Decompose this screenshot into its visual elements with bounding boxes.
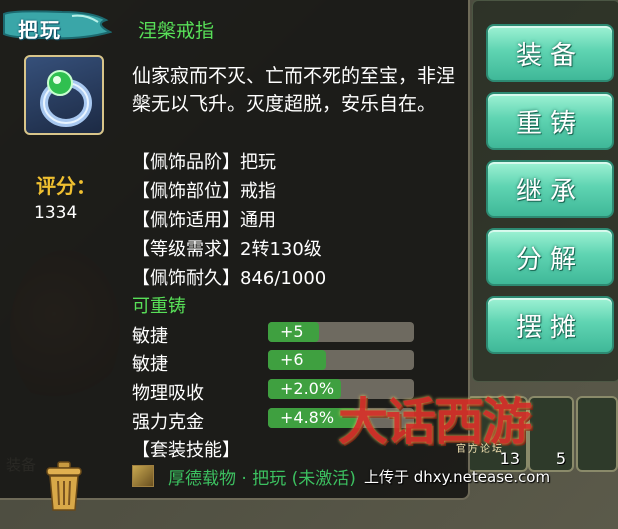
stall-button[interactable]: 摆摊 — [486, 296, 614, 354]
inventory-slot[interactable]: 5 — [528, 396, 574, 472]
stat-name: 敏捷 — [132, 326, 168, 347]
attribute-label: 【佩饰部位】 — [132, 181, 240, 202]
stat-name: 敏捷 — [132, 354, 168, 375]
stat-value: +6 — [280, 350, 304, 369]
attribute-row: 【佩饰适用】通用 — [132, 206, 276, 232]
stat-name: 强力克金 — [132, 412, 204, 433]
item-icon-frame — [24, 55, 104, 135]
rank-tag: 把玩 — [2, 8, 112, 44]
attribute-value: 戒指 — [240, 181, 276, 202]
decompose-button-label: 分解 — [515, 244, 584, 275]
rank-tag-label: 把玩 — [18, 18, 62, 42]
equip-button[interactable]: 装备 — [486, 24, 614, 82]
trash-icon — [46, 461, 82, 511]
attribute-label: 【佩饰耐久】 — [132, 268, 240, 289]
decompose-button[interactable]: 分解 — [486, 228, 614, 286]
attribute-label: 【等级需求】 — [132, 239, 240, 260]
equip-button-label: 装备 — [515, 40, 584, 71]
item-name: 涅槃戒指 — [138, 20, 215, 42]
stat-bar: +6 — [268, 350, 414, 370]
inventory-slot[interactable] — [576, 396, 618, 472]
watermark-subtitle: 官方论坛 — [456, 444, 504, 455]
set-skill-icon — [132, 465, 154, 487]
score-label: 评分： — [36, 174, 96, 198]
stat-value: +4.8% — [280, 408, 335, 427]
stall-button-label: 摆摊 — [515, 312, 584, 343]
attribute-value: 把玩 — [240, 152, 276, 173]
recast-button[interactable]: 重铸 — [486, 92, 614, 150]
trash-can-icon[interactable] — [44, 460, 84, 512]
item-description: 仙家寂而不灭、亡而不死的至宝，非涅槃无以飞升。灭度超脱，安乐自在。 — [132, 65, 456, 115]
inherit-button[interactable]: 继承 — [486, 160, 614, 218]
attribute-label: 【佩饰适用】 — [132, 210, 240, 231]
stat-value: +5 — [280, 322, 304, 341]
attribute-value: 通用 — [240, 210, 276, 231]
slot-count: 5 — [555, 449, 566, 468]
reforge-label: 可重铸 — [132, 296, 186, 317]
attribute-value: 846/1000 — [240, 268, 327, 289]
attribute-row: 【佩饰部位】戒指 — [132, 177, 276, 203]
stat-name: 物理吸收 — [132, 383, 204, 404]
score-value: 1334 — [34, 203, 78, 223]
recast-button-label: 重铸 — [515, 108, 584, 139]
stat-bar: +5 — [268, 322, 414, 342]
attribute-row: 【佩饰耐久】846/1000 — [132, 264, 326, 290]
set-skill-row: 厚德载物 · 把玩 (未激活) — [132, 464, 356, 489]
watermark-upload-text: 上传于 dhxy.netease.com — [364, 468, 551, 486]
set-skill-label: 【套装技能】 — [132, 440, 240, 461]
set-skill-name: 厚德载物 · 把玩 (未激活) — [168, 468, 356, 489]
inherit-button-label: 继承 — [515, 176, 584, 207]
stat-value: +2.0% — [280, 379, 335, 398]
ring-icon — [40, 70, 92, 127]
attribute-row: 【佩饰品阶】把玩 — [132, 148, 276, 174]
attribute-row: 【等级需求】2转130级 — [132, 235, 322, 261]
attribute-label: 【佩饰品阶】 — [132, 152, 240, 173]
attribute-value: 2转130级 — [240, 239, 322, 260]
